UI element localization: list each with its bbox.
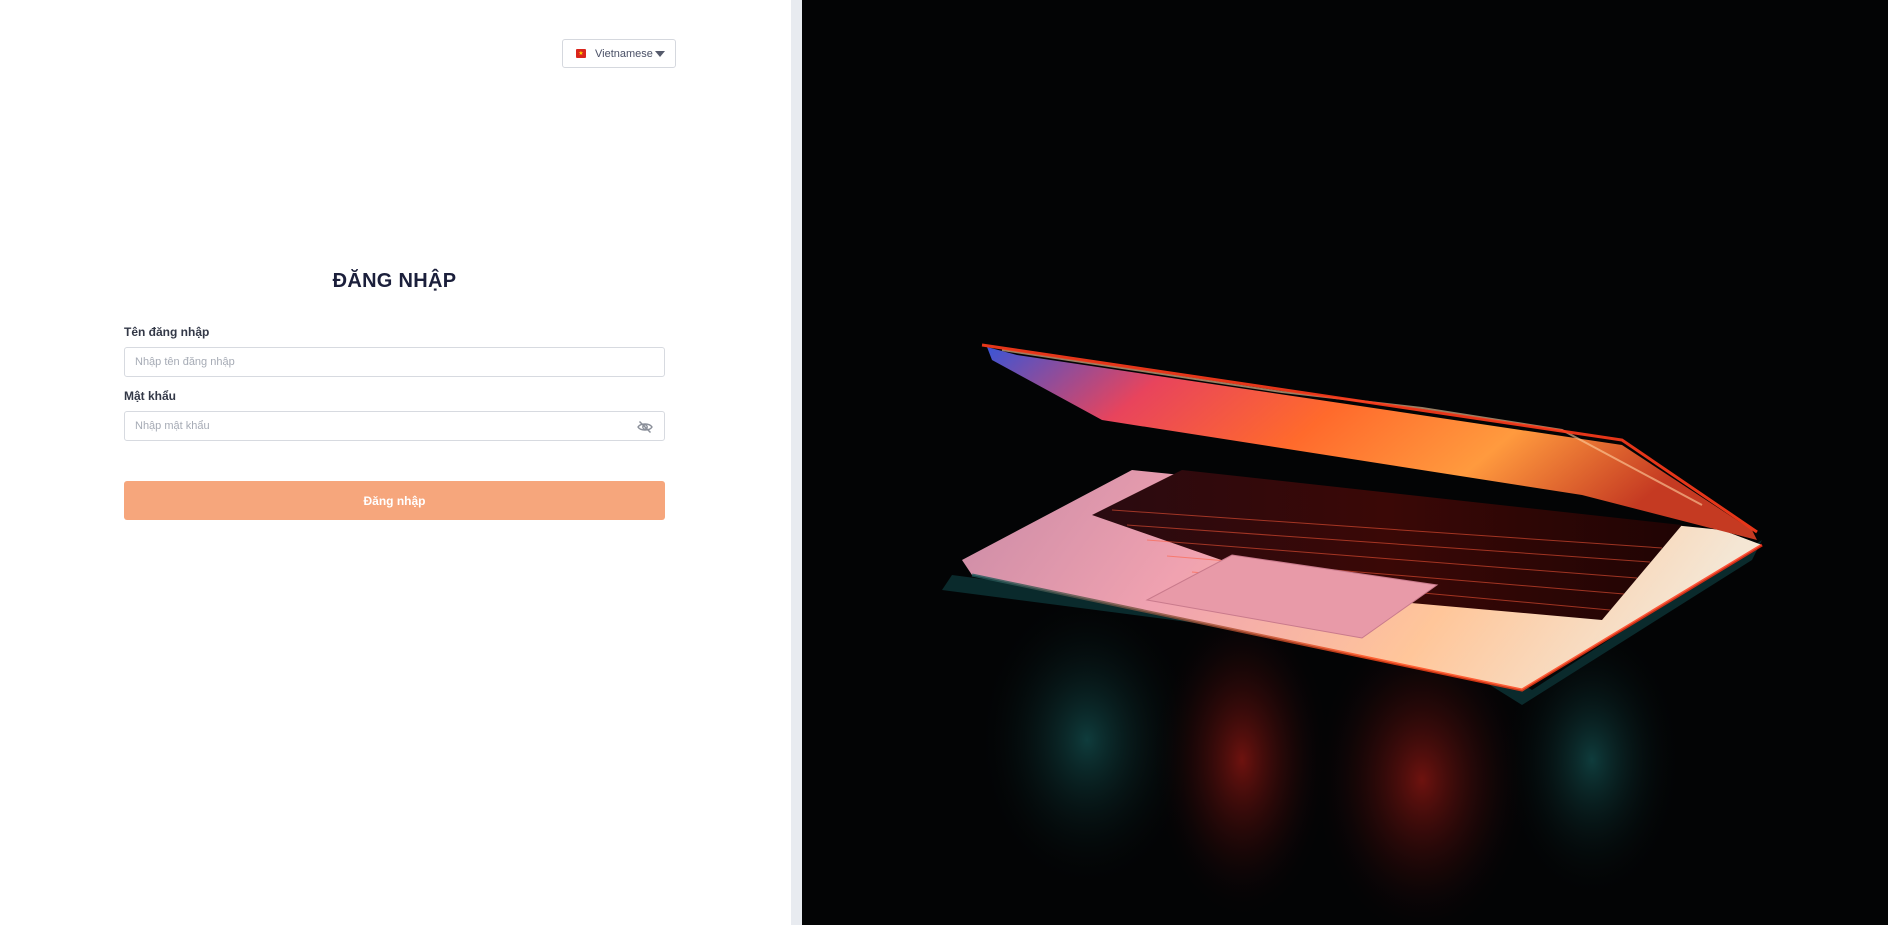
hero-image: [802, 0, 1888, 925]
vietnam-flag-icon: ★: [576, 49, 586, 58]
page-title: ĐĂNG NHẬP: [332, 270, 457, 292]
chevron-down-icon: [655, 50, 665, 57]
panel-divider: [791, 0, 802, 925]
language-select[interactable]: ★ Vietnamese: [562, 39, 676, 68]
login-panel: ★ Vietnamese ĐĂNG NHẬP Tên đăng nhập Mật…: [0, 0, 791, 925]
eye-slash-icon[interactable]: [637, 420, 653, 434]
login-page: ★ Vietnamese ĐĂNG NHẬP Tên đăng nhập Mật…: [0, 0, 1888, 925]
login-button[interactable]: Đăng nhập: [124, 481, 665, 520]
username-label: Tên đăng nhập: [124, 325, 210, 339]
language-select-label: Vietnamese: [595, 47, 653, 60]
password-label: Mật khẩu: [124, 389, 177, 403]
password-input[interactable]: [125, 412, 664, 440]
username-field-wrapper: [124, 347, 665, 377]
username-input[interactable]: [125, 348, 664, 376]
password-field-wrapper: [124, 411, 665, 441]
laptop-photo: [942, 343, 1763, 925]
